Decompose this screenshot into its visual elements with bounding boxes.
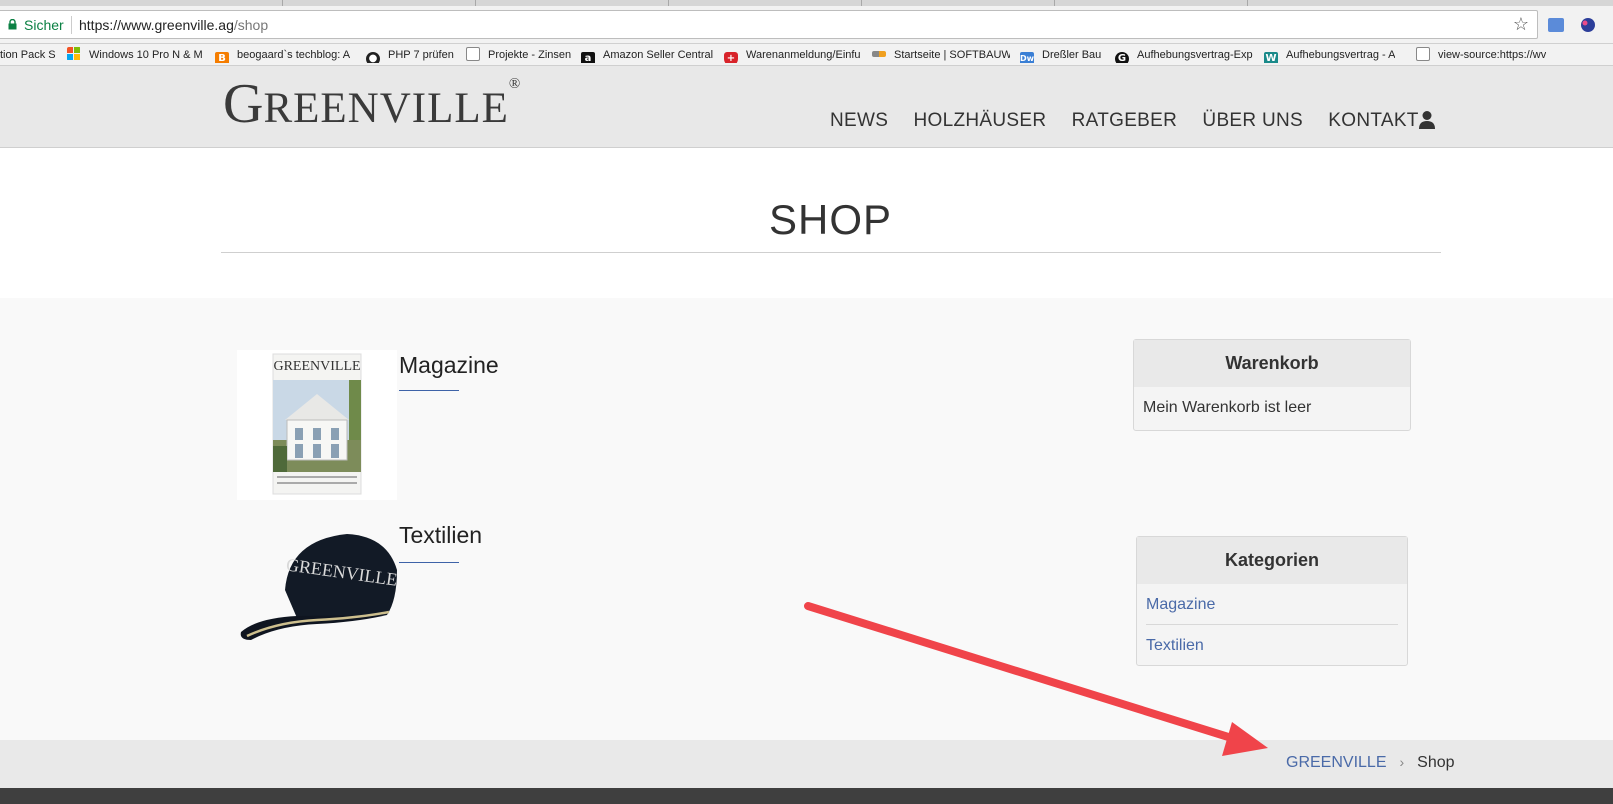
url-host: https://www.greenville.ag — [79, 17, 234, 33]
breadcrumb-bar: GREENVILLE › Shop — [0, 740, 1613, 788]
magazine-cover-title: GREENVILLE — [273, 359, 360, 374]
nav-ueber-uns[interactable]: ÜBER UNS — [1202, 110, 1303, 132]
magazine-cover-graphic: GREENVILLE — [272, 353, 362, 495]
bookmark-label: Aufhebungsvertrag - A — [1286, 49, 1396, 61]
shop-content: GREENVILLE Magazine GREENVILLE Textilien… — [0, 298, 1613, 740]
bookmark-item[interactable]: Projekte - Zinsen — [466, 47, 572, 63]
browser-address-bar: Sicher https://www.greenville.ag/shop ☆ — [0, 6, 1613, 44]
nav-ratgeber[interactable]: RATGEBER — [1072, 110, 1178, 132]
categories-heading: Kategorien — [1137, 537, 1407, 584]
omnibox-separator — [71, 16, 72, 34]
bookmark-label: tion Pack S — [0, 49, 56, 61]
bookmark-label: beogaard`s techblog: A — [237, 49, 351, 61]
g-icon: G — [1115, 52, 1129, 63]
softbau-icon — [872, 51, 886, 57]
page-icon — [466, 47, 480, 61]
logo-registered-mark: ® — [508, 75, 521, 92]
bookmark-label: view-source:https://wv — [1438, 49, 1547, 61]
bookmark-label: Startseite | SOFTBAUW — [894, 49, 1010, 61]
w-icon: W — [1264, 52, 1278, 63]
nav-news[interactable]: NEWS — [830, 110, 888, 132]
bookmark-label: Dreßler Bau — [1042, 49, 1102, 61]
bookmark-label: Warenanmeldung/Einfu — [746, 49, 861, 61]
bookmark-item[interactable]: W Aufhebungsvertrag - A — [1264, 47, 1404, 63]
user-icon[interactable] — [1418, 110, 1436, 130]
bookmark-label: Amazon Seller Central — [603, 49, 714, 61]
footer-strip — [0, 788, 1613, 804]
categories-widget: Kategorien Magazine Textilien — [1136, 536, 1408, 666]
category-title-underline — [399, 562, 459, 563]
bookmark-label: Projekte - Zinsen — [488, 49, 572, 61]
bookmark-item[interactable]: + Warenanmeldung/Einfu — [724, 47, 862, 63]
bookmark-item[interactable]: Dw Dreßler Bau — [1020, 47, 1104, 63]
bookmark-item[interactable]: Windows 10 Pro N & M — [67, 47, 205, 63]
amazon-icon: a — [581, 52, 595, 63]
cart-empty-text: Mein Warenkorb ist leer — [1143, 399, 1312, 416]
nav-kontakt[interactable]: KONTAKT — [1328, 110, 1418, 132]
breadcrumb-separator: › — [1399, 754, 1405, 770]
url-omnibox[interactable]: Sicher https://www.greenville.ag/shop ☆ — [0, 10, 1538, 39]
category-title-underline — [399, 390, 459, 391]
category-title-magazine[interactable]: Magazine — [399, 352, 499, 379]
category-title-textilien[interactable]: Textilien — [399, 522, 482, 549]
bookmark-item[interactable]: tion Pack S — [0, 47, 58, 63]
bookmark-item[interactable]: Startseite | SOFTBAUW — [872, 47, 1010, 63]
dw-icon: Dw — [1020, 52, 1034, 63]
breadcrumb-current: Shop — [1417, 754, 1455, 771]
secure-label: Sicher — [24, 17, 64, 33]
breadcrumb: GREENVILLE › Shop — [1286, 754, 1455, 772]
sidebar-category-item[interactable]: Textilien — [1146, 625, 1398, 666]
sidebar-category-link[interactable]: Textilien — [1146, 637, 1204, 654]
cart-heading: Warenkorb — [1134, 340, 1410, 387]
logo-text: REENVILLE — [263, 85, 509, 132]
nav-holzhaeuser[interactable]: HOLZHÄUSER — [913, 110, 1046, 132]
site-logo[interactable]: GREENVILLE® — [223, 72, 520, 136]
page-icon — [1416, 47, 1430, 61]
bookmark-item[interactable]: view-source:https://wv — [1416, 47, 1556, 63]
bookmark-label: PHP 7 prüfen — [388, 49, 454, 61]
magazine-cover-image[interactable]: GREENVILLE — [237, 350, 397, 500]
url-text[interactable]: https://www.greenville.ag/shop — [79, 17, 268, 33]
site-header: GREENVILLE® NEWS HOLZHÄUSER RATGEBER ÜBE… — [0, 66, 1613, 148]
bookmark-label: Windows 10 Pro N & M — [89, 49, 203, 61]
bookmark-item[interactable]: ● PHP 7 prüfen — [366, 47, 456, 63]
cap-image[interactable]: GREENVILLE — [237, 520, 399, 650]
cart-widget: Warenkorb Mein Warenkorb ist leer — [1133, 339, 1411, 431]
sidebar-category-item[interactable]: Magazine — [1146, 584, 1398, 625]
bookmarks-bar: tion Pack S Windows 10 Pro N & M Bbeogaa… — [0, 44, 1613, 66]
github-icon: ● — [366, 52, 380, 63]
swiss-shield-icon: + — [724, 52, 738, 63]
logo-initial: G — [223, 73, 264, 135]
blogger-icon: B — [215, 52, 229, 63]
url-path: /shop — [233, 17, 269, 33]
cast-extension-icon[interactable] — [1548, 18, 1564, 32]
page-title: SHOP — [768, 196, 893, 243]
windows-icon — [67, 47, 80, 60]
breadcrumb-home-link[interactable]: GREENVILLE — [1286, 754, 1386, 771]
lock-icon — [8, 19, 17, 30]
sidebar-category-link[interactable]: Magazine — [1146, 596, 1215, 613]
bookmark-star-icon[interactable]: ☆ — [1513, 14, 1529, 35]
extension-icon[interactable] — [1580, 17, 1596, 33]
bookmark-label: Aufhebungsvertrag-Exp — [1137, 49, 1253, 61]
main-nav: NEWS HOLZHÄUSER RATGEBER ÜBER UNS KONTAK… — [830, 110, 1439, 136]
bookmark-item[interactable]: a Amazon Seller Central — [581, 47, 717, 63]
cap-graphic: GREENVILLE — [240, 534, 399, 640]
bookmark-item[interactable]: Bbeogaard`s techblog: A — [215, 47, 355, 63]
title-divider — [221, 252, 1441, 253]
bookmark-item[interactable]: G Aufhebungsvertrag-Exp — [1115, 47, 1255, 63]
